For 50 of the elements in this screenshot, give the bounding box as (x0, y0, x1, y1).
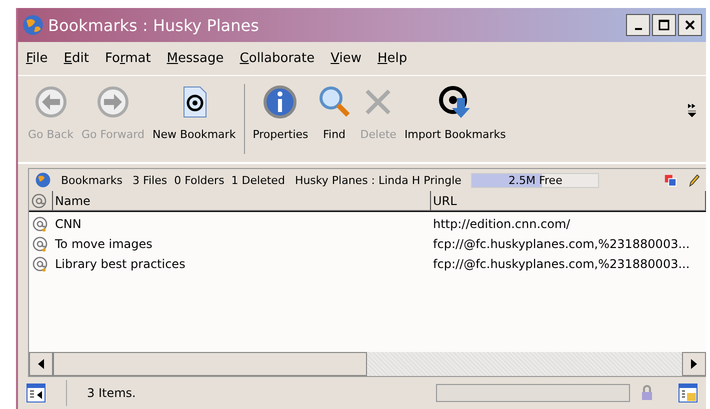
menu-item[interactable]: View (330, 51, 362, 66)
maximize-button[interactable] (652, 14, 676, 36)
table-cell-text: Library best practices (54, 257, 186, 271)
window-title: Bookmarks : Husky Planes (48, 16, 259, 34)
bookmark-icon (32, 236, 48, 252)
panel-toggle-icon[interactable] (26, 383, 46, 403)
left-arrow-icon (37, 359, 45, 369)
toolbar-button[interactable]: Find (312, 84, 356, 141)
right-arrow-icon (690, 359, 698, 369)
menu-item[interactable]: Format (104, 51, 151, 66)
globe-icon (35, 172, 51, 188)
column-header[interactable]: URL (431, 191, 706, 211)
menu-item[interactable]: File (26, 51, 48, 66)
table-cell-text: fcp://@fc.huskyplanes.com,%231880003... (433, 237, 691, 251)
location-label: Husky Planes : Linda H Pringle (294, 174, 462, 186)
scroll-left-button[interactable] (29, 352, 53, 376)
table-cell-text: CNN (54, 217, 82, 231)
toolbar-button[interactable]: Import Bookmarks (400, 84, 510, 141)
status-text: 3 Items. (87, 386, 136, 400)
menu-item[interactable]: Help (377, 51, 408, 66)
close-icon (684, 19, 696, 31)
table-cell-text: fcp://@fc.huskyplanes.com,%231880003... (433, 257, 691, 271)
minimize-icon (634, 28, 642, 30)
pencil-icon[interactable] (687, 174, 700, 186)
bookmark-icon (32, 256, 48, 272)
windows-icon[interactable] (664, 174, 677, 186)
free-space-reading: 2.5M Free (508, 174, 562, 186)
minimize-button[interactable] (626, 14, 650, 36)
bookmark-icon (32, 216, 48, 232)
column-header[interactable]: Name (53, 191, 431, 211)
table-cell-text: http://edition.cnn.com/ (433, 217, 572, 231)
maximize-icon (658, 19, 670, 31)
scroll-right-button[interactable] (682, 352, 706, 376)
overflow-chevron-icon[interactable] (688, 104, 696, 118)
toolbar-button[interactable]: New Bookmark (148, 84, 240, 141)
close-button[interactable] (678, 14, 702, 36)
folder-title: Bookmarks (61, 174, 122, 186)
menu-item[interactable]: Collaborate (240, 51, 315, 66)
info-icon (262, 84, 298, 120)
at-sign-icon (31, 192, 47, 208)
table-cell-text: To move images (54, 237, 154, 251)
column-header[interactable] (29, 191, 53, 211)
item-counts: 3 Files 0 Folders 1 Deleted (132, 174, 285, 186)
list-view-icon[interactable] (678, 383, 698, 403)
menu-item[interactable]: Message (166, 51, 224, 66)
lock-icon (640, 385, 654, 401)
scrollbar-thumb[interactable] (53, 352, 367, 376)
toolbar-button[interactable]: Properties (248, 84, 312, 141)
menu-item[interactable]: Edit (64, 51, 89, 66)
globe-icon (22, 14, 44, 36)
